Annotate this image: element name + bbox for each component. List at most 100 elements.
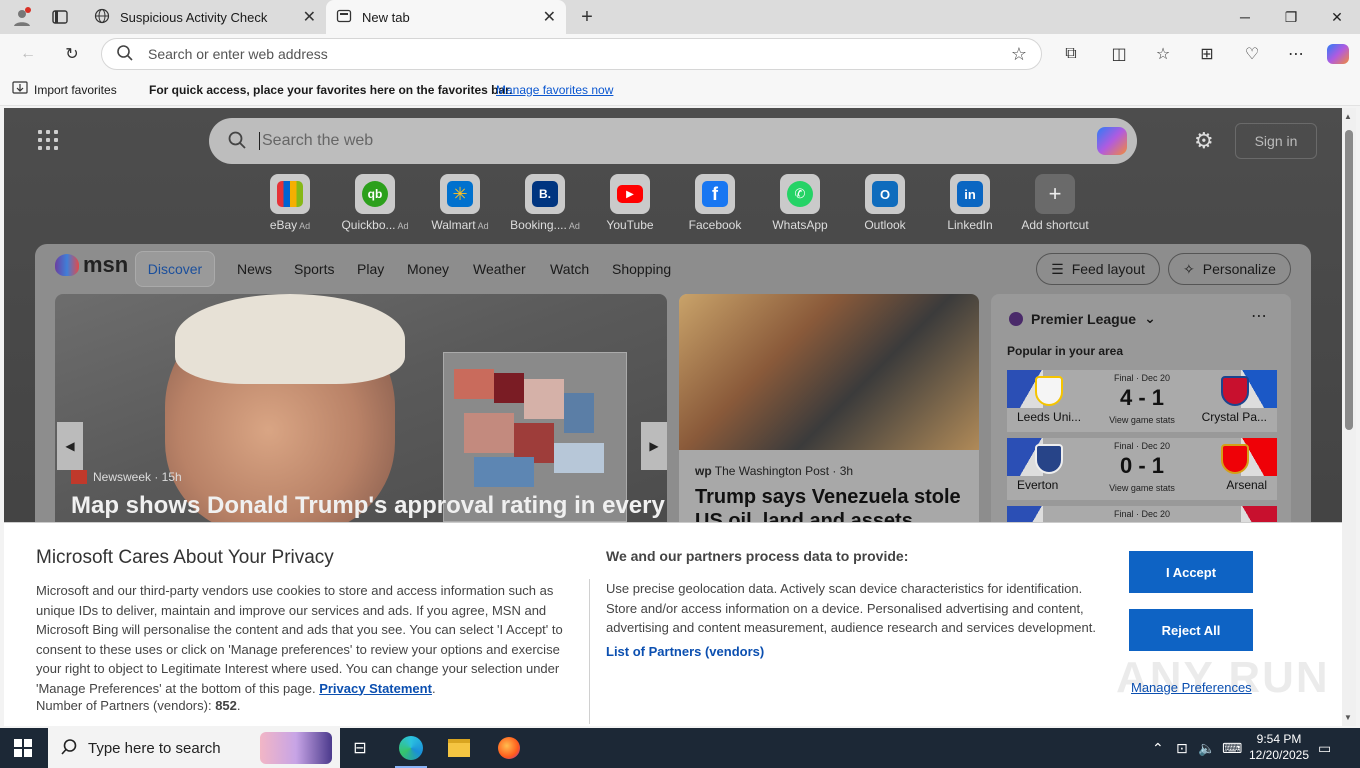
accept-button[interactable]: I Accept [1129,551,1253,593]
back-arrow-icon[interactable]: ← [14,40,42,68]
shortcut-quickbooks[interactable]: qb Quickbo... Ad [332,174,418,232]
web-search-box[interactable]: Search the web [209,118,1137,164]
show-hidden-icons[interactable]: ⌃ [1152,728,1164,768]
favorites-icon[interactable]: ☆ [1149,40,1177,68]
tab-actions-icon[interactable] [48,7,72,27]
league-selector[interactable]: Premier League ⌄ [1009,310,1156,327]
manage-preferences-link[interactable]: Manage Preferences [1131,680,1252,695]
more-menu-icon[interactable]: ⋯ [1282,40,1310,68]
import-favorites-label: Import favorites [34,82,117,97]
network-icon[interactable]: ⊡ [1176,728,1188,768]
browser-essentials-icon[interactable]: ♡ [1238,40,1266,68]
scroll-up-icon[interactable]: ▲ [1344,112,1352,121]
search-highlight-icon [260,732,332,764]
notifications-icon[interactable]: ▭ [1318,728,1331,768]
shortcut-facebook[interactable]: f Facebook [672,174,758,232]
nav-play[interactable]: Play [357,261,384,277]
shortcut-booking[interactable]: B. Booking.... Ad [502,174,588,232]
scroll-down-icon[interactable]: ▼ [1344,713,1352,722]
address-input[interactable]: Search or enter web address [148,46,328,62]
facebook-icon: f [695,174,735,214]
browser-toolbar: ← ↻ Search or enter web address ☆ ⧉ ◫ ☆ … [0,34,1360,74]
match-card[interactable]: Final · Dec 20 0 - 1 View game stats Eve… [1007,438,1277,500]
hero-headline[interactable]: Map shows Donald Trump's approval rating… [71,492,665,520]
favorite-star-icon[interactable]: ☆ [1011,44,1027,65]
shortcut-linkedin[interactable]: in LinkedIn [927,174,1013,232]
match-score: 4 - 1 [1119,385,1165,410]
settings-gear-icon[interactable]: ⚙ [1194,128,1214,154]
close-tab-icon[interactable]: ✕ [303,7,316,27]
new-tab-page-icon [336,8,352,27]
match-status: Final · Dec 20 [1113,441,1171,451]
partners-label: Number of Partners (vendors): [36,698,212,713]
premier-league-icon [1009,311,1023,326]
manage-favorites-link[interactable]: Manage favorites now [496,83,613,97]
address-bar[interactable]: Search or enter web address ☆ [101,38,1042,70]
nav-discover[interactable]: Discover [135,251,215,287]
copilot-icon[interactable] [1097,127,1127,155]
more-options-icon[interactable]: ⋯ [1251,306,1267,326]
shortcut-youtube[interactable]: ▶ YouTube [587,174,673,232]
nav-news[interactable]: News [237,261,272,277]
taskbar-clock[interactable]: 9:54 PM 12/20/2025 [1244,731,1314,763]
story-card[interactable]: wp The Washington Post · 3h Trump says V… [679,294,979,534]
windows-start-icon[interactable] [14,739,32,757]
apps-launcher-icon[interactable] [38,130,58,150]
shortcut-outlook[interactable]: O Outlook [842,174,928,232]
tab-suspicious-activity[interactable]: Suspicious Activity Check ✕ [84,0,326,34]
feed-layout-button[interactable]: ☰ Feed layout [1036,253,1160,285]
minimize-button[interactable]: ─ [1222,0,1268,34]
favorites-bar: Import favorites For quick access, place… [0,74,1360,106]
linkedin-icon: in [950,174,990,214]
story-source: wp The Washington Post · 3h [695,464,853,478]
nav-weather[interactable]: Weather [473,261,526,277]
firefox-icon[interactable] [489,734,529,762]
msn-logo[interactable]: msn [55,252,128,278]
nav-watch[interactable]: Watch [550,261,589,277]
privacy-body-text: Microsoft and our third-party vendors us… [36,583,563,696]
shortcut-ebay[interactable]: eBay Ad [247,174,333,232]
collections-icon[interactable]: ⊞ [1193,40,1221,68]
personalize-button[interactable]: ✧ Personalize [1168,253,1291,285]
carousel-next-button[interactable]: ▶ [641,422,667,470]
nav-sports[interactable]: Sports [294,261,334,277]
ad-badge: Ad [477,221,489,231]
clock-date: 12/20/2025 [1248,748,1310,762]
partners-list-link[interactable]: List of Partners (vendors) [606,644,764,659]
new-tab-plus-icon[interactable]: + [576,6,598,28]
nav-shopping[interactable]: Shopping [612,261,671,277]
extensions-icon[interactable]: ⧉ [1057,40,1085,68]
volume-icon[interactable]: 🔈 [1198,728,1215,768]
scrollbar-thumb[interactable] [1345,130,1353,430]
close-tab-icon[interactable]: ✕ [543,7,556,27]
hero-story[interactable]: ◀ ▶ Newsweek · 15h Map shows Donald Trum… [55,294,667,534]
privacy-statement-link[interactable]: Privacy Statement [319,681,432,696]
restore-button[interactable]: ❐ [1268,0,1314,34]
edge-taskbar-icon[interactable] [391,734,431,768]
add-shortcut[interactable]: + Add shortcut [1012,174,1098,232]
close-window-button[interactable]: ✕ [1314,0,1360,34]
tab-new-tab[interactable]: New tab ✕ [326,0,566,34]
nav-money[interactable]: Money [407,261,449,277]
taskbar-search-input[interactable]: Type here to search [88,740,221,757]
keyboard-icon[interactable]: ⌨ [1222,728,1242,768]
refresh-icon[interactable]: ↻ [58,40,86,68]
split-screen-icon[interactable]: ◫ [1105,40,1133,68]
carousel-prev-button[interactable]: ◀ [57,422,83,470]
copilot-icon[interactable] [1324,40,1352,68]
shortcut-walmart[interactable]: ✳ Walmart Ad [417,174,503,232]
file-explorer-icon[interactable] [439,734,479,762]
match-card[interactable]: Final · Dec 20 4 - 1 View game stats Lee… [1007,370,1277,432]
page-scrollbar[interactable]: ▲ ▼ [1342,108,1356,726]
sign-in-button[interactable]: Sign in [1235,123,1317,159]
walmart-icon: ✳ [440,174,480,214]
match-status: Final · Dec 20 [1113,373,1171,383]
youtube-icon: ▶ [610,174,650,214]
task-view-icon[interactable]: ⊟ [340,734,380,762]
shortcut-whatsapp[interactable]: ✆ WhatsApp [757,174,843,232]
taskbar-search[interactable]: Type here to search [48,728,340,768]
import-favorites[interactable]: Import favorites [12,81,117,98]
web-search-input[interactable]: Search the web [259,132,373,150]
reject-all-button[interactable]: Reject All [1129,609,1253,651]
profile-icon[interactable] [10,6,34,28]
